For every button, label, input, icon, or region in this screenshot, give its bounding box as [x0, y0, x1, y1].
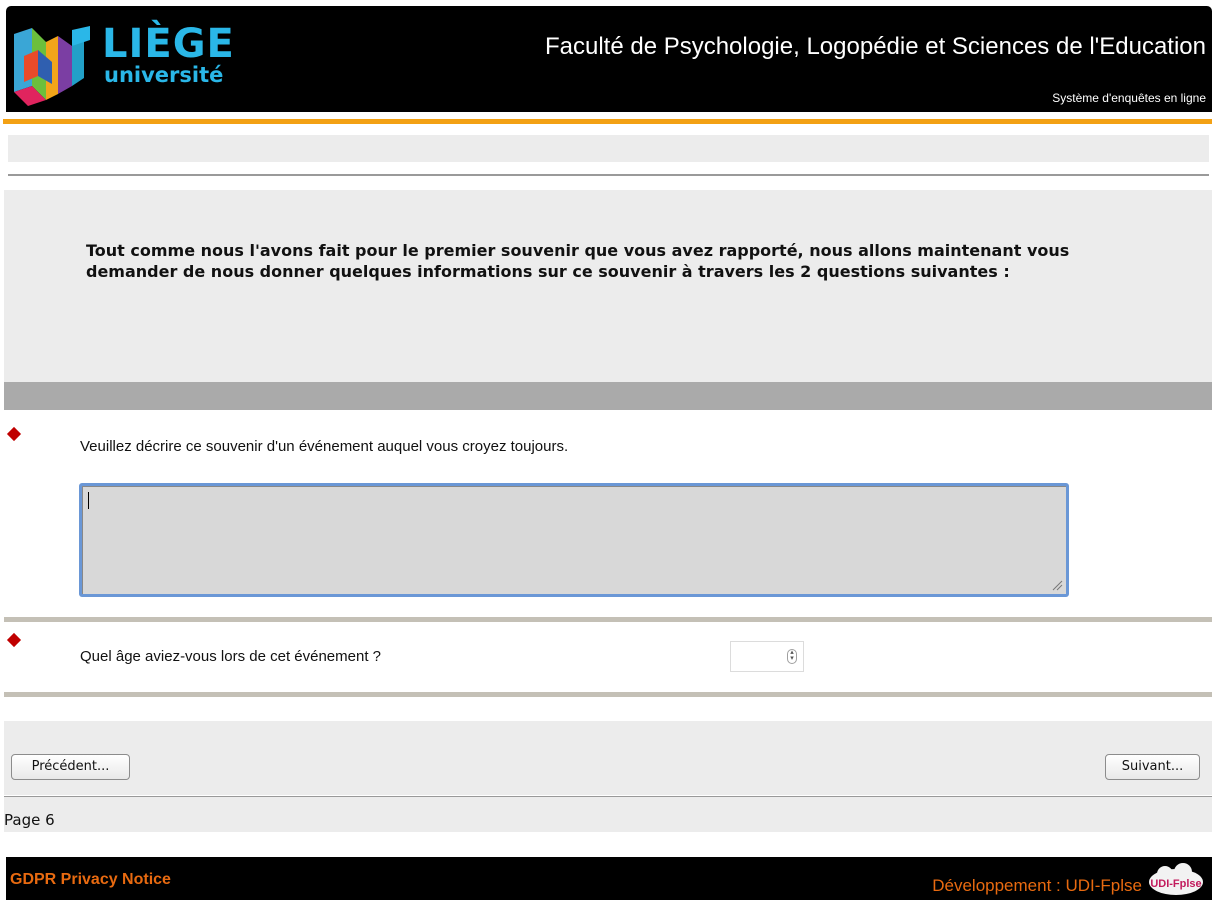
section-band	[4, 382, 1212, 410]
age-number-input[interactable]: ▴ ▾	[730, 641, 804, 672]
accent-bar	[3, 119, 1212, 124]
red-diamond-icon	[6, 426, 22, 442]
question-1-label: Veuillez décrire ce souvenir d'un événem…	[80, 438, 569, 455]
page-number: Page 6	[4, 811, 55, 829]
resize-grip-icon[interactable]	[1052, 580, 1063, 591]
gdpr-link[interactable]: GDPR Privacy Notice	[10, 872, 171, 888]
previous-button[interactable]: Précédent...	[11, 754, 130, 780]
progress-strip	[8, 135, 1209, 162]
page-indicator-row: Page 6	[4, 797, 1212, 832]
question-1: Veuillez décrire ce souvenir d'un événem…	[4, 410, 1212, 617]
spinner-icon[interactable]: ▴ ▾	[787, 649, 797, 664]
site-footer: GDPR Privacy Notice Développement : UDI-…	[6, 857, 1212, 900]
uliege-logo-icon	[14, 26, 90, 106]
navigation-bar: Précédent... Suivant...	[4, 721, 1212, 795]
text-caret	[88, 492, 89, 509]
question-separator	[4, 692, 1212, 697]
faculty-title: Faculté de Psychologie, Logopédie et Sci…	[544, 33, 1206, 60]
intro-text: Tout comme nous l'avons fait pour le pre…	[86, 241, 1070, 281]
memory-description-textarea[interactable]	[79, 483, 1069, 597]
logo-wordmark-bottom: université	[104, 63, 224, 87]
logo-wordmark-top: LIÈGE	[102, 21, 235, 67]
intro-panel: Tout comme nous l'avons fait pour le pre…	[4, 190, 1212, 382]
uliege-logo[interactable]: LIÈGE université	[14, 22, 234, 106]
red-diamond-icon	[6, 632, 22, 648]
udi-fplse-logo[interactable]: UDI-Fplse	[1146, 863, 1206, 897]
developer-credit: Développement : UDI-Fplse	[932, 876, 1142, 895]
question-2-label: Quel âge aviez-vous lors de cet événemen…	[80, 648, 382, 665]
next-button[interactable]: Suivant...	[1105, 754, 1200, 780]
dev-logo-text: UDI-Fplse	[1150, 878, 1201, 890]
system-subtitle: Système d'enquêtes en ligne	[1052, 91, 1206, 105]
question-2: Quel âge aviez-vous lors de cet événemen…	[4, 622, 1212, 692]
site-header: LIÈGE université Faculté de Psychologie,…	[6, 6, 1212, 112]
divider	[8, 174, 1209, 176]
